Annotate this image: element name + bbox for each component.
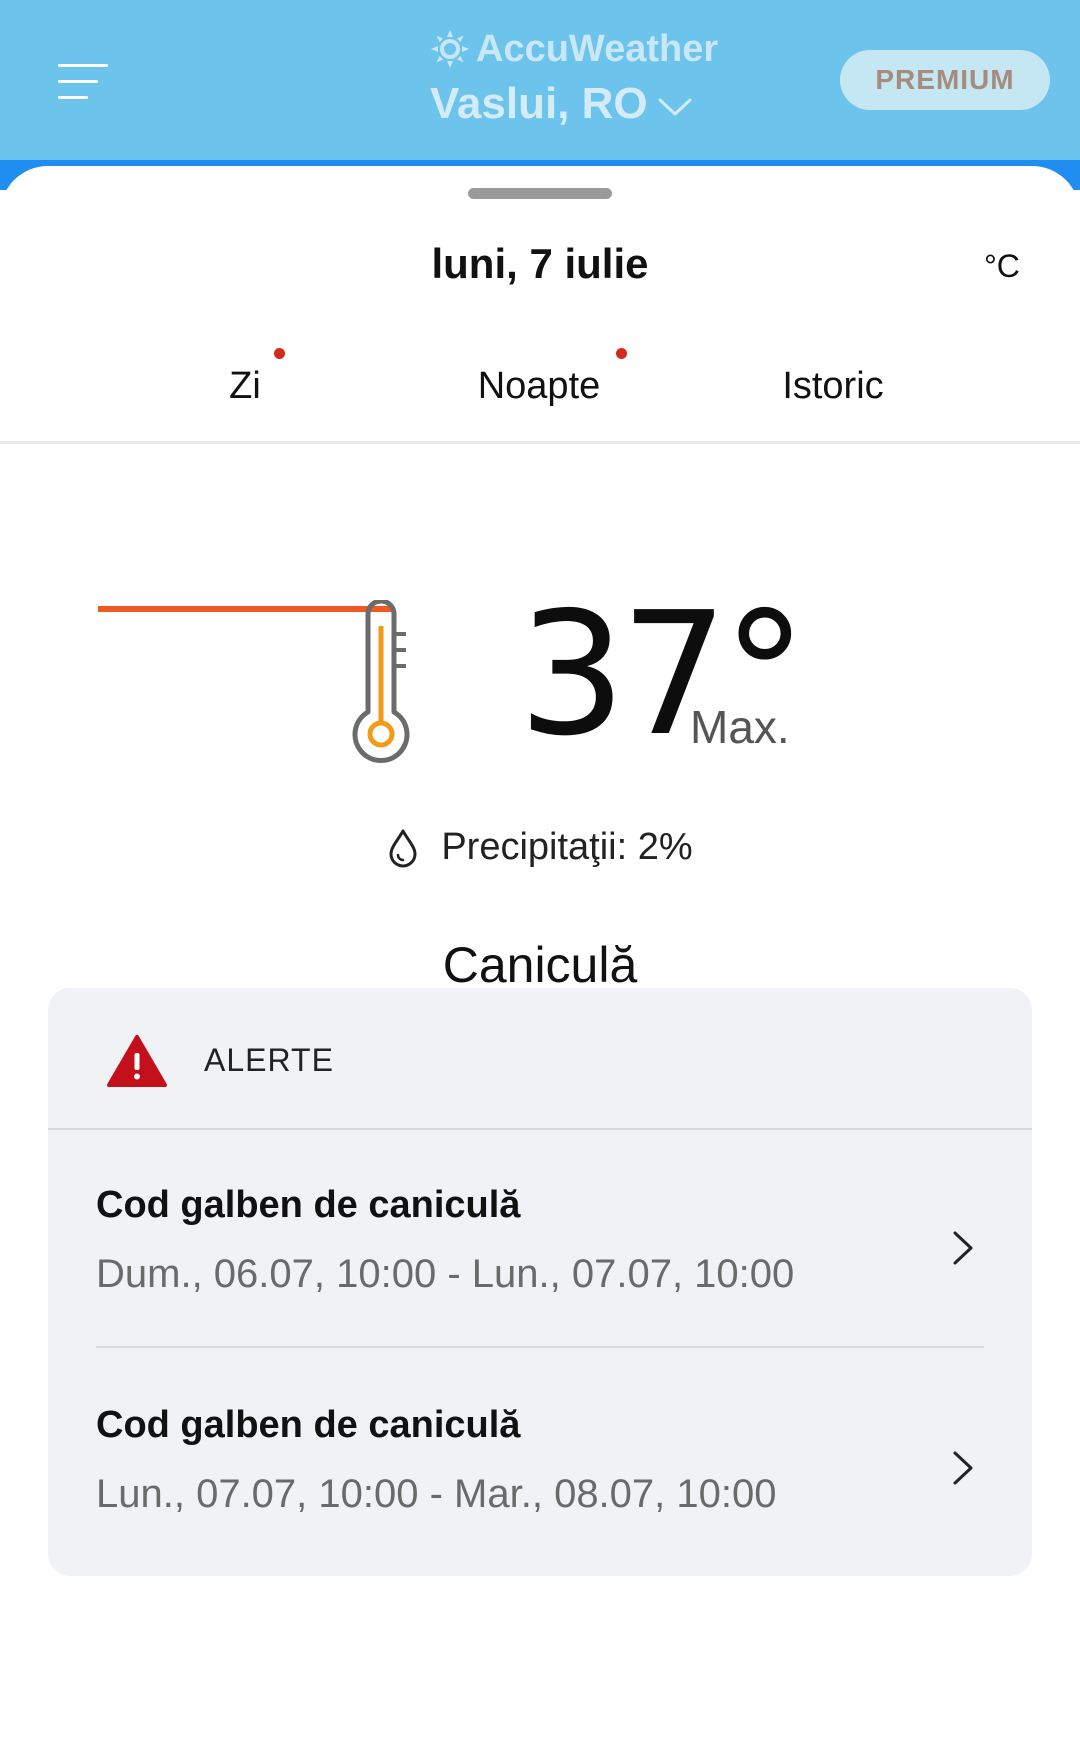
alert-divider [96, 1346, 984, 1348]
day-night-tabs: Zi Noapte Istoric [0, 336, 1080, 612]
temperature-label: Max. [690, 701, 790, 753]
tab-history[interactable]: Istoric [686, 336, 980, 436]
location-name: Vaslui, RO [430, 79, 648, 128]
drag-handle[interactable] [468, 188, 612, 199]
tab-history-label: Istoric [782, 364, 884, 407]
alerts-title: ALERTE [204, 1042, 334, 1078]
tab-day[interactable]: Zi [98, 336, 392, 436]
brand-logo: AccuWeather [430, 24, 718, 74]
alert-dot-icon [616, 348, 627, 359]
alerts-header: ALERTE [48, 988, 1032, 1128]
tab-night-label: Noapte [477, 364, 601, 407]
weather-condition: Caniculă [442, 937, 638, 993]
brand-name: AccuWeather [476, 27, 719, 70]
premium-button[interactable]: PREMIUM [840, 50, 1050, 110]
precipitation-row: Precipitaţii: 2% [0, 826, 1080, 869]
app-header: AccuWeather Vaslui, RO PREMIUM [0, 0, 1080, 172]
precipitation-text: Precipitaţii: 2% [441, 826, 693, 868]
tab-divider [0, 441, 1080, 444]
date-title: luni, 7 iulie [431, 240, 649, 287]
chevron-right-icon [953, 1451, 973, 1485]
drop-icon [389, 829, 417, 867]
tab-day-label: Zi [229, 364, 261, 407]
alert-item[interactable]: Cod galben de caniculă Lun., 07.07, 10:0… [48, 1350, 1032, 1550]
alert-title: Cod galben de caniculă [96, 1184, 521, 1226]
alert-period: Lun., 07.07, 10:00 - Mar., 08.07, 10:00 [96, 1472, 777, 1516]
daily-detail-sheet: luni, 7 iulie °C Zi Noapte Istoric 37° M… [0, 166, 1080, 1739]
warning-triangle-icon [107, 1035, 167, 1087]
chevron-down-icon [658, 98, 692, 116]
hamburger-menu-icon[interactable] [58, 60, 110, 104]
unit-toggle[interactable]: °C [984, 248, 1020, 285]
alert-item[interactable]: Cod galben de caniculă Dum., 06.07, 10:0… [48, 1130, 1032, 1330]
thermometer-icon [352, 600, 410, 763]
alert-period: Dum., 06.07, 10:00 - Lun., 07.07, 10:00 [96, 1252, 795, 1296]
alert-title: Cod galben de caniculă [96, 1404, 521, 1446]
location-selector[interactable]: Vaslui, RO [430, 76, 692, 132]
sun-logo-icon [431, 30, 469, 68]
alert-dot-icon [274, 348, 285, 359]
tab-night[interactable]: Noapte [392, 336, 686, 436]
alerts-card: ALERTE Cod galben de caniculă Dum., 06.0… [48, 988, 1032, 1576]
chevron-right-icon [953, 1231, 973, 1265]
